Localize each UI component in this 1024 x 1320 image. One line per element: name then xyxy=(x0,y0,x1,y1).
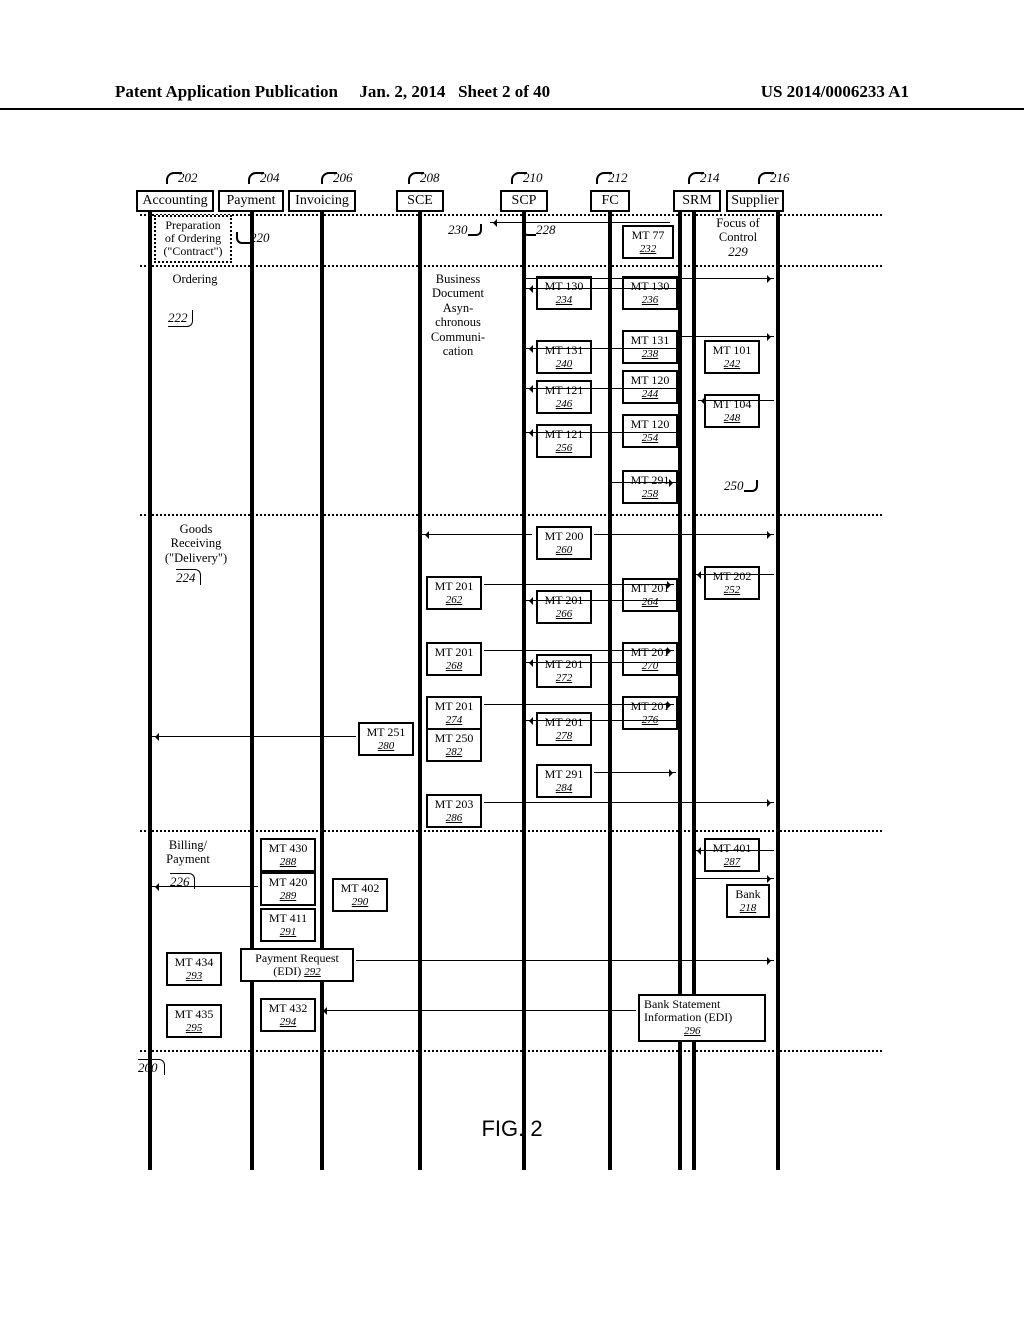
mt-278: MT 201278 xyxy=(536,712,592,746)
mt-266: MT 201266 xyxy=(536,590,592,624)
bank-stmt: Bank Statement Information (EDI) 296 xyxy=(638,994,766,1042)
page: Patent Application Publication Jan. 2, 2… xyxy=(0,0,1024,1320)
ref-226: 226 xyxy=(170,874,195,890)
ref-224: 224 xyxy=(176,570,201,586)
mt-262: MT 201262 xyxy=(426,576,482,610)
lifeline-accounting xyxy=(148,212,152,1170)
mt-294: MT 432294 xyxy=(260,998,316,1032)
mt-268: MT 201268 xyxy=(426,642,482,676)
lane-ref-214: 214 xyxy=(700,170,720,186)
mt-246: MT 121246 xyxy=(536,380,592,414)
mt-286: MT 203286 xyxy=(426,794,482,828)
ref-250: 250 xyxy=(724,478,744,494)
mt-284: MT 291284 xyxy=(536,764,592,798)
header-pubnum: US 2014/0006233 A1 xyxy=(761,82,909,102)
lifeline-scp xyxy=(522,212,526,1170)
mt-287: MT 401287 xyxy=(704,838,760,872)
lane-ref-210: 210 xyxy=(523,170,543,186)
lane-ref-204: 204 xyxy=(260,170,280,186)
lifeline-fc xyxy=(608,212,612,1170)
phase-preparation: Preparation of Ordering ("Contract") xyxy=(154,215,232,263)
lane-accounting: Accounting xyxy=(136,190,214,212)
lane-ref-206: 206 xyxy=(333,170,353,186)
phase-sep-3 xyxy=(140,830,882,832)
mt-291: MT 411291 xyxy=(260,908,316,942)
sequence-diagram: 202 204 206 208 210 212 214 216 Accounti… xyxy=(110,130,910,1170)
header-date-sheet: Jan. 2, 2014 Sheet 2 of 40 xyxy=(359,82,550,102)
lane-ref-212: 212 xyxy=(608,170,628,186)
ref-220: 220 xyxy=(250,230,270,246)
lane-fc: FC xyxy=(590,190,630,212)
mt-252: MT 202252 xyxy=(704,566,760,600)
phase-sep-4 xyxy=(140,1050,882,1052)
mt-282: MT 250282 xyxy=(426,728,482,762)
lane-sce: SCE xyxy=(396,190,444,212)
mt-236: MT 130236 xyxy=(622,276,678,310)
ref-200: 200 xyxy=(138,1060,165,1076)
lane-ref-216: 216 xyxy=(770,170,790,186)
mt-290: MT 402290 xyxy=(332,878,388,912)
mt-289: MT 420289 xyxy=(260,872,316,906)
mt-258: MT 291258 xyxy=(622,470,678,504)
lane-ref-208: 208 xyxy=(420,170,440,186)
mt-295: MT 435295 xyxy=(166,1004,222,1038)
arrow-top xyxy=(490,222,670,223)
figure-label: FIG. 2 xyxy=(0,1116,1024,1142)
lifeline-supplier xyxy=(776,212,780,1170)
lane-scp: SCP xyxy=(500,190,548,212)
mt-288: MT 430288 xyxy=(260,838,316,872)
lifeline-payment xyxy=(250,212,254,1170)
lane-supplier: Supplier xyxy=(726,190,784,212)
mt-234: MT 130234 xyxy=(536,276,592,310)
focus-of-control: Focus of Control 229 xyxy=(706,216,770,260)
lane-srm: SRM xyxy=(673,190,721,212)
phase-ordering: Ordering xyxy=(164,272,226,286)
ref-222: 222 xyxy=(168,310,193,326)
phase-sep-2 xyxy=(140,514,882,516)
mt-293: MT 434293 xyxy=(166,952,222,986)
lane-payment: Payment xyxy=(218,190,284,212)
mt-260: MT 200260 xyxy=(536,526,592,560)
header-publication: Patent Application Publication xyxy=(115,82,338,102)
phase-sep-1 xyxy=(140,265,882,267)
mt-272: MT 201272 xyxy=(536,654,592,688)
mt-232: MT 77232 xyxy=(622,225,674,259)
mt-240: MT 131240 xyxy=(536,340,592,374)
payment-request: Payment Request (EDI) 292 xyxy=(240,948,354,982)
page-header: Patent Application Publication Jan. 2, 2… xyxy=(0,82,1024,110)
bdac-note: Business Document Asyn- chronous Communi… xyxy=(422,272,494,358)
mt-242: MT 101242 xyxy=(704,340,760,374)
mt-280: MT 251280 xyxy=(358,722,414,756)
mt-256: MT 121256 xyxy=(536,424,592,458)
bank-box: Bank218 xyxy=(726,884,770,918)
phase-billing: Billing/ Payment xyxy=(158,838,218,867)
phase-sep-0 xyxy=(140,214,882,216)
lifeline-invoicing xyxy=(320,212,324,1170)
mt-274: MT 201274 xyxy=(426,696,482,730)
phase-delivery: Goods Receiving ("Delivery") xyxy=(158,522,234,565)
lane-ref-202: 202 xyxy=(178,170,198,186)
lane-invoicing: Invoicing xyxy=(288,190,356,212)
ref-228: 228 xyxy=(536,222,556,238)
ref-230: 230 xyxy=(448,222,468,238)
